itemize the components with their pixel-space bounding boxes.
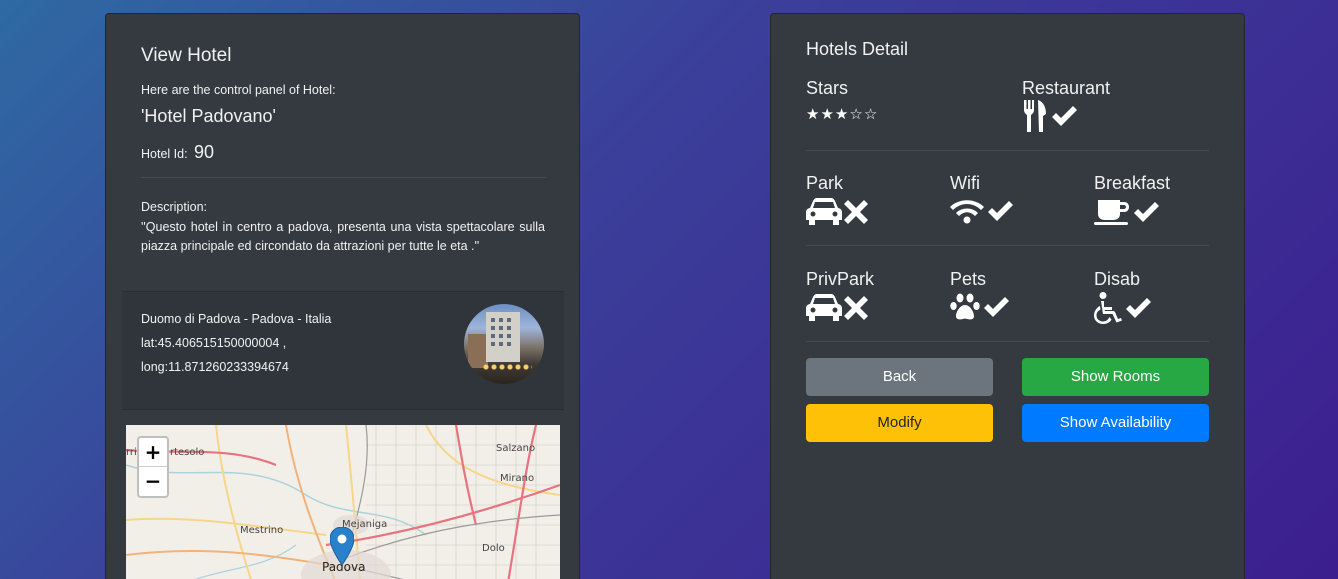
pets-label: Pets (950, 269, 987, 289)
hotel-id: Hotel Id: 90 (141, 142, 214, 163)
divider (122, 409, 564, 410)
location-long: long:11.871260233394674 (141, 360, 289, 374)
stars-label: Stars (806, 78, 849, 98)
hotel-photo (464, 304, 544, 384)
map-label: Dolo (482, 543, 505, 554)
divider (806, 245, 1209, 246)
star-empty-icon: ☆ (863, 105, 879, 123)
park-label: Park (806, 173, 844, 193)
check-icon (1126, 298, 1151, 318)
map-label: Mestrino (240, 525, 284, 536)
star-filled-icon: ★ (806, 105, 821, 123)
location-panel: Duomo di Padova - Padova - Italia lat:45… (122, 291, 564, 409)
check-icon (988, 201, 1013, 221)
control-panel-subtitle: Here are the control panel of Hotel: (141, 83, 336, 97)
paw-icon (950, 293, 980, 320)
hotels-detail-card: Hotels Detail Stars ★★★☆☆ Restaurant Par… (770, 13, 1245, 579)
view-hotel-title: View Hotel (141, 45, 232, 66)
divider (141, 177, 546, 178)
stars-rating: ★★★☆☆ (806, 105, 878, 123)
map-label: Mirano (500, 473, 535, 484)
breakfast-label: Breakfast (1094, 173, 1171, 193)
pets-status (950, 293, 1010, 321)
utensils-icon (1024, 100, 1046, 132)
cross-icon (844, 200, 868, 224)
map-label: rtesolo (170, 447, 205, 458)
car-icon (806, 294, 842, 321)
wifi-status (950, 198, 1014, 224)
disab-status (1094, 292, 1152, 324)
star-empty-icon: ☆ (849, 105, 864, 123)
map-label: rri (126, 447, 137, 458)
map-label: Salzano (496, 443, 536, 454)
show-availability-button[interactable]: Show Availability (1022, 404, 1209, 442)
view-hotel-card: View Hotel Here are the control panel of… (105, 13, 580, 579)
zoom-out-button[interactable]: − (139, 467, 167, 496)
car-icon (806, 198, 842, 225)
disab-label: Disab (1094, 269, 1141, 289)
description-text: ''Questo hotel in centro a padova, prese… (141, 220, 545, 253)
hotel-id-value: 90 (194, 142, 215, 162)
hotel-map[interactable]: + − rtesolo Salzano Mirano Mestrino Meja… (126, 425, 560, 579)
divider (806, 341, 1209, 342)
breakfast-status (1094, 198, 1160, 226)
restaurant-status (1022, 100, 1078, 132)
location-address: Duomo di Padova - Padova - Italia (141, 312, 332, 326)
wifi-label: Wifi (950, 173, 980, 193)
wifi-icon (950, 200, 984, 224)
show-rooms-button[interactable]: Show Rooms (1022, 358, 1209, 396)
coffee-icon (1094, 200, 1129, 225)
wheelchair-icon (1094, 292, 1122, 324)
privpark-status (806, 294, 868, 322)
modify-button[interactable]: Modify (806, 404, 993, 442)
privpark-label: PrivPark (806, 269, 875, 289)
hotels-detail-title: Hotels Detail (806, 39, 909, 59)
hotel-id-label: Hotel Id: (141, 147, 188, 161)
star-filled-icon: ★ (834, 105, 850, 123)
check-icon (1134, 202, 1159, 222)
description-label: Description: (141, 200, 207, 214)
map-zoom-control: + − (137, 436, 169, 498)
location-lat: lat:45.406515150000004 , (141, 336, 287, 350)
check-icon (984, 297, 1009, 317)
hotel-name: 'Hotel Padovano' (141, 106, 276, 126)
cross-icon (844, 296, 868, 320)
check-icon (1052, 106, 1077, 126)
divider (806, 150, 1209, 151)
back-button[interactable]: Back (806, 358, 993, 396)
restaurant-label: Restaurant (1022, 78, 1111, 98)
star-filled-icon: ★ (820, 105, 835, 123)
park-status (806, 198, 868, 226)
zoom-in-button[interactable]: + (139, 438, 167, 467)
